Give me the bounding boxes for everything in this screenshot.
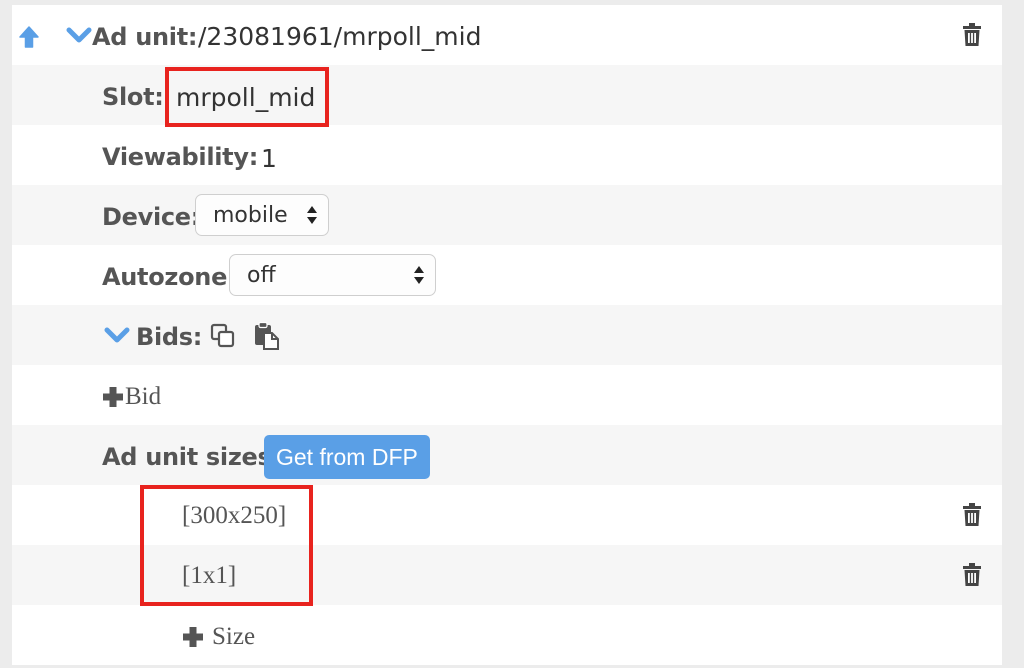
paste-icon[interactable] [254,322,280,350]
ad-unit-row: Ad unit: /23081961/mrpoll_mid [12,5,1002,65]
viewability-value: 1 [261,144,277,173]
slot-row: Slot: mrpoll_mid [12,65,1002,125]
size-value: [1x1] [182,562,237,589]
device-select[interactable]: mobile [195,194,329,236]
chevron-down-icon[interactable] [66,27,92,45]
bids-label: Bids: [136,323,203,351]
add-size-label: Size [212,623,256,650]
ad-unit-label: Ad unit: [92,23,198,51]
get-from-dfp-button[interactable]: Get from DFP [264,435,430,479]
plus-icon [182,626,204,648]
copy-icon[interactable] [210,323,236,349]
add-bid-button[interactable]: Bid [102,383,161,411]
add-size-row: Size [12,605,1002,665]
device-row: Device: mobile [12,185,1002,245]
device-label: Device: [102,203,201,231]
add-size-button[interactable]: Size [182,623,255,651]
chevron-down-icon[interactable] [104,327,130,345]
ad-unit-value: /23081961/mrpoll_mid [198,22,482,51]
size-value: [300x250] [182,502,287,529]
viewability-label: Viewability: [102,143,258,171]
autozone-select[interactable]: off [229,254,436,296]
autozone-selected-value: off [247,262,276,288]
size-row: [300x250] [12,485,1002,545]
ad-unit-sizes-row: Ad unit sizes: Get from DFP [12,425,1002,485]
autozone-row: Autozone: off [12,245,1002,305]
slot-value: mrpoll_mid [176,83,316,112]
ad-unit-panel: Ad unit: /23081961/mrpoll_mid Slot: mrpo… [12,5,1002,665]
add-bid-label: Bid [125,383,162,410]
slot-label: Slot: [102,83,164,111]
delete-ad-unit-trash-icon[interactable] [962,23,982,47]
bids-row: Bids: [12,305,1002,365]
plus-icon [102,386,124,408]
autozone-label: Autozone: [102,263,237,291]
arrow-up-icon[interactable] [18,25,40,49]
add-bid-row: Bid [12,365,1002,425]
ad-unit-sizes-label: Ad unit sizes: [102,443,281,471]
size-row: [1x1] [12,545,1002,605]
device-selected-value: mobile [213,202,288,228]
select-arrows-icon [306,204,318,226]
delete-size-trash-icon[interactable] [962,503,982,527]
delete-size-trash-icon[interactable] [962,563,982,587]
select-arrows-icon [413,264,425,286]
viewability-row: Viewability: 1 [12,125,1002,185]
